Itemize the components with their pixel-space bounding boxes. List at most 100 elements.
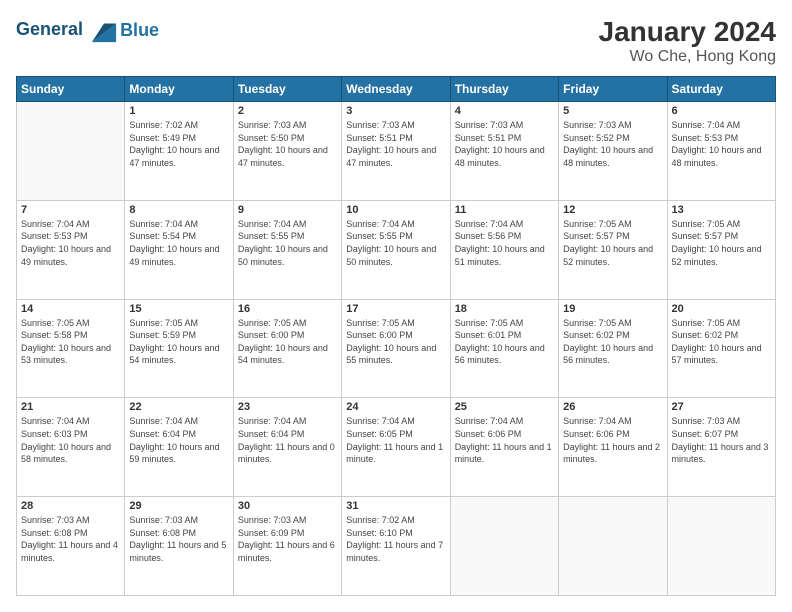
day-info: Sunrise: 7:04 AMSunset: 5:54 PMDaylight:… [129,218,228,268]
day-cell: 7 Sunrise: 7:04 AMSunset: 5:53 PMDaylight… [17,200,125,299]
day-number: 23 [238,401,337,413]
day-cell: 6Sunrise: 7:04 AMSunset: 5:53 PMDaylight… [667,102,775,201]
header: General Blue January 2024 Wo Che, Hong K… [16,16,776,66]
day-number: 24 [346,401,445,413]
day-info: Sunrise: 7:04 AMSunset: 6:06 PMDaylight:… [455,415,554,465]
week-row-2: 14 Sunrise: 7:05 AMSunset: 5:58 PMDayligh… [17,299,776,398]
day-cell [667,497,775,596]
day-info: Sunrise: 7:04 AMSunset: 6:04 PMDaylight:… [129,415,228,465]
day-number: 28 [21,500,120,512]
day-info: Sunrise: 7:03 AMSunset: 5:51 PMDaylight:… [346,119,445,169]
day-number: 11 [455,204,554,216]
day-cell: 10Sunrise: 7:04 AMSunset: 5:55 PMDayligh… [342,200,450,299]
week-row-4: 28 Sunrise: 7:03 AMSunset: 6:08 PMDayligh… [17,497,776,596]
day-info: Sunrise: 7:04 AMSunset: 6:05 PMDaylight:… [346,415,445,465]
day-number: 9 [238,204,337,216]
logo: General Blue [16,16,159,44]
day-number: 25 [455,401,554,413]
day-number: 18 [455,303,554,315]
day-number: 8 [129,204,228,216]
day-cell: 22 Sunrise: 7:04 AMSunset: 6:04 PMDayligh… [125,398,233,497]
logo-blue: Blue [120,20,159,41]
day-cell: 19 Sunrise: 7:05 AMSunset: 6:02 PMDayligh… [559,299,667,398]
day-cell: 9 Sunrise: 7:04 AMSunset: 5:55 PMDaylight… [233,200,341,299]
day-info: Sunrise: 7:04 AMSunset: 5:55 PMDaylight:… [238,218,337,268]
day-info: Sunrise: 7:04 AMSunset: 6:03 PMDaylight:… [21,415,120,465]
day-cell: 15Sunrise: 7:05 AMSunset: 5:59 PMDayligh… [125,299,233,398]
day-cell: 26 Sunrise: 7:04 AMSunset: 6:06 PMDayligh… [559,398,667,497]
day-info: Sunrise: 7:04 AMSunset: 5:53 PMDaylight:… [672,119,771,169]
calendar-table: Sunday Monday Tuesday Wednesday Thursday… [16,76,776,596]
day-number: 30 [238,500,337,512]
day-number: 27 [672,401,771,413]
day-info: Sunrise: 7:03 AMSunset: 5:50 PMDaylight:… [238,119,337,169]
day-number: 2 [238,105,337,117]
day-number: 1 [129,105,228,117]
day-number: 4 [455,105,554,117]
week-row-1: 7 Sunrise: 7:04 AMSunset: 5:53 PMDaylight… [17,200,776,299]
day-info: Sunrise: 7:03 AMSunset: 6:08 PMDaylight:… [129,514,228,564]
day-number: 12 [563,204,662,216]
header-thursday: Thursday [450,77,558,102]
day-info: Sunrise: 7:04 AMSunset: 5:53 PMDaylight:… [21,218,120,268]
day-number: 3 [346,105,445,117]
day-info: Sunrise: 7:04 AMSunset: 6:06 PMDaylight:… [563,415,662,465]
day-cell: 21 Sunrise: 7:04 AMSunset: 6:03 PMDayligh… [17,398,125,497]
day-info: Sunrise: 7:03 AMSunset: 5:51 PMDaylight:… [455,119,554,169]
day-number: 20 [672,303,771,315]
day-cell: 16 Sunrise: 7:05 AMSunset: 6:00 PMDayligh… [233,299,341,398]
day-cell: 5Sunrise: 7:03 AMSunset: 5:52 PMDaylight… [559,102,667,201]
header-sunday: Sunday [17,77,125,102]
day-info: Sunrise: 7:05 AMSunset: 6:00 PMDaylight:… [346,317,445,367]
day-cell: 18Sunrise: 7:05 AMSunset: 6:01 PMDayligh… [450,299,558,398]
day-number: 19 [563,303,662,315]
day-info: Sunrise: 7:03 AMSunset: 5:52 PMDaylight:… [563,119,662,169]
day-number: 22 [129,401,228,413]
day-cell: 11Sunrise: 7:04 AMSunset: 5:56 PMDayligh… [450,200,558,299]
day-info: Sunrise: 7:05 AMSunset: 6:02 PMDaylight:… [563,317,662,367]
day-number: 17 [346,303,445,315]
day-number: 14 [21,303,120,315]
day-cell: 13Sunrise: 7:05 AMSunset: 5:57 PMDayligh… [667,200,775,299]
day-cell: 31Sunrise: 7:02 AMSunset: 6:10 PMDayligh… [342,497,450,596]
day-cell: 27Sunrise: 7:03 AMSunset: 6:07 PMDayligh… [667,398,775,497]
day-number: 13 [672,204,771,216]
day-info: Sunrise: 7:05 AMSunset: 5:58 PMDaylight:… [21,317,120,367]
day-cell [17,102,125,201]
logo-general: General [16,19,83,39]
day-number: 7 [21,204,120,216]
day-info: Sunrise: 7:03 AMSunset: 6:08 PMDaylight:… [21,514,120,564]
day-cell: 1Sunrise: 7:02 AMSunset: 5:49 PMDaylight… [125,102,233,201]
calendar-subtitle: Wo Che, Hong Kong [599,48,776,66]
day-number: 21 [21,401,120,413]
day-number: 16 [238,303,337,315]
day-info: Sunrise: 7:05 AMSunset: 5:59 PMDaylight:… [129,317,228,367]
day-cell [559,497,667,596]
day-cell: 24 Sunrise: 7:04 AMSunset: 6:05 PMDayligh… [342,398,450,497]
day-info: Sunrise: 7:05 AMSunset: 6:00 PMDaylight:… [238,317,337,367]
day-cell: 17 Sunrise: 7:05 AMSunset: 6:00 PMDayligh… [342,299,450,398]
day-number: 26 [563,401,662,413]
day-cell: 8 Sunrise: 7:04 AMSunset: 5:54 PMDaylight… [125,200,233,299]
header-row: Sunday Monday Tuesday Wednesday Thursday… [17,77,776,102]
logo-icon [90,16,118,44]
header-monday: Monday [125,77,233,102]
week-row-0: 1Sunrise: 7:02 AMSunset: 5:49 PMDaylight… [17,102,776,201]
day-cell: 12 Sunrise: 7:05 AMSunset: 5:57 PMDayligh… [559,200,667,299]
day-info: Sunrise: 7:04 AMSunset: 5:55 PMDaylight:… [346,218,445,268]
day-cell: 28 Sunrise: 7:03 AMSunset: 6:08 PMDayligh… [17,497,125,596]
header-saturday: Saturday [667,77,775,102]
title-block: January 2024 Wo Che, Hong Kong [599,16,776,66]
header-friday: Friday [559,77,667,102]
day-info: Sunrise: 7:05 AMSunset: 5:57 PMDaylight:… [563,218,662,268]
day-number: 29 [129,500,228,512]
week-row-3: 21 Sunrise: 7:04 AMSunset: 6:03 PMDayligh… [17,398,776,497]
day-cell: 4 Sunrise: 7:03 AMSunset: 5:51 PMDaylight… [450,102,558,201]
day-info: Sunrise: 7:04 AMSunset: 6:04 PMDaylight:… [238,415,337,465]
day-number: 31 [346,500,445,512]
day-cell [450,497,558,596]
day-info: Sunrise: 7:05 AMSunset: 6:02 PMDaylight:… [672,317,771,367]
day-cell: 2 Sunrise: 7:03 AMSunset: 5:50 PMDaylight… [233,102,341,201]
day-info: Sunrise: 7:03 AMSunset: 6:09 PMDaylight:… [238,514,337,564]
day-cell: 29 Sunrise: 7:03 AMSunset: 6:08 PMDayligh… [125,497,233,596]
